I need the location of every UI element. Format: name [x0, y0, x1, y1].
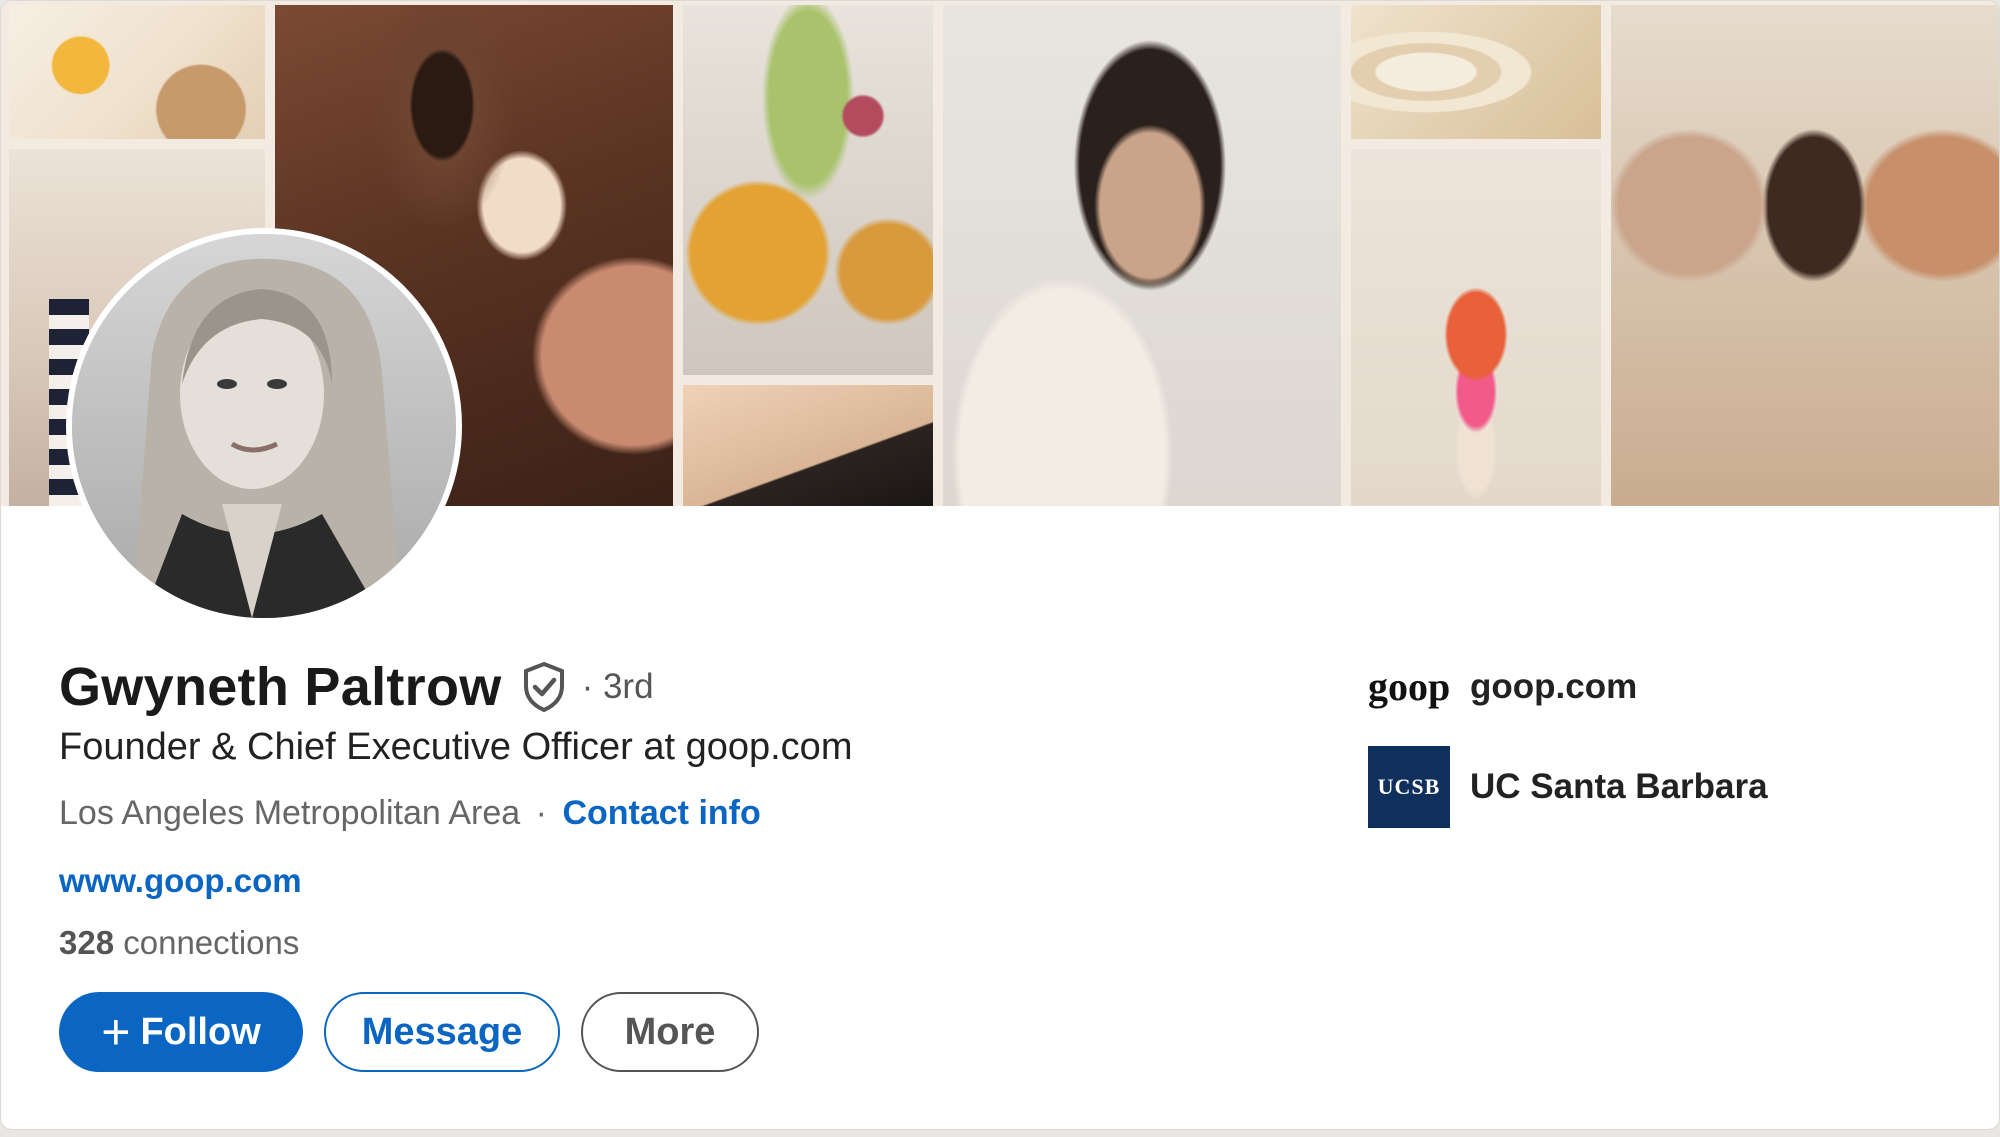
verified-shield-check-icon[interactable] — [520, 661, 568, 713]
name-row: Gwyneth Paltrow · 3rd — [59, 656, 654, 718]
banner-tile-necklace — [683, 385, 933, 506]
org-item-ucsb[interactable]: UCSB UC Santa Barbara — [1368, 746, 1768, 828]
profile-headline: Founder & Chief Executive Officer at goo… — [59, 726, 853, 768]
more-button-label: More — [624, 1010, 716, 1053]
banner-tile-skincare-products — [9, 5, 265, 139]
message-button-label: Message — [361, 1010, 523, 1053]
banner-tile-cream-texture — [1351, 5, 1601, 139]
location-separator: · — [535, 794, 547, 832]
org-item-goop[interactable]: goop goop.com — [1368, 663, 1637, 710]
connection-degree: · 3rd — [581, 667, 654, 706]
profile-card: Gwyneth Paltrow · 3rd Founder & Chief Ex… — [0, 0, 2000, 1130]
goop-logo: goop — [1368, 664, 1451, 709]
plus-icon: + — [101, 1004, 131, 1060]
profile-location: Los Angeles Metropolitan Area — [59, 794, 521, 832]
banner-tile-eye-patches-model — [943, 5, 1341, 506]
more-button[interactable]: More — [581, 992, 759, 1072]
follow-button[interactable]: + Follow — [59, 992, 303, 1072]
ucsb-logo: UCSB — [1368, 746, 1450, 828]
banner-tile-group-women — [1611, 5, 1999, 506]
banner-tile-food-bowls — [683, 5, 933, 375]
org-name-ucsb: UC Santa Barbara — [1470, 767, 1768, 806]
profile-name: Gwyneth Paltrow — [59, 657, 502, 717]
contact-info-link[interactable]: Contact info — [562, 794, 760, 832]
message-button[interactable]: Message — [324, 992, 560, 1072]
banner-tile-sweater-model — [1351, 149, 1601, 506]
connections-label: connections — [123, 924, 300, 961]
profile-avatar[interactable] — [66, 228, 462, 624]
location-row: Los Angeles Metropolitan Area · Contact … — [59, 794, 761, 833]
connections-count[interactable]: 328 connections — [59, 924, 299, 962]
org-name-goop: goop.com — [1470, 666, 1638, 706]
connections-number: 328 — [59, 924, 115, 961]
follow-button-label: Follow — [140, 1010, 261, 1053]
website-link[interactable]: www.goop.com — [59, 862, 302, 900]
